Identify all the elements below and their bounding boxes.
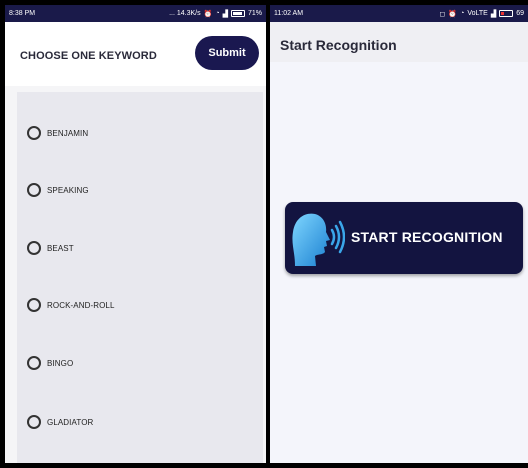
- keyword-option-benjamin[interactable]: BENJAMIN: [17, 121, 263, 145]
- volte-label: VoLTE: [467, 10, 488, 17]
- battery-icon: [230, 10, 245, 17]
- wifi-icon: ◔: [215, 10, 220, 17]
- radio-button-icon[interactable]: [27, 241, 41, 255]
- start-recognition-button[interactable]: START RECOGNITION: [285, 202, 523, 274]
- radio-button-icon[interactable]: [27, 415, 41, 429]
- network-speed: ... 14.3K/s: [169, 10, 201, 17]
- status-time: 11:02 AM: [274, 10, 304, 17]
- alarm-icon: ⏰: [203, 10, 213, 18]
- option-label: GLADIATOR: [47, 417, 94, 427]
- status-bar: 8:38 PM ... 14.3K/s ⏰ ◔ ▟ 71%: [5, 5, 266, 22]
- keyword-list: BENJAMIN SPEAKING BEAST ROCK-AND-ROLL BI…: [17, 92, 263, 463]
- page-title: CHOOSE ONE KEYWORD: [20, 50, 157, 62]
- speaking-head-icon: [292, 213, 345, 266]
- status-icons: ... 14.3K/s ⏰ ◔ ▟ 71%: [169, 10, 262, 18]
- option-label: BENJAMIN: [47, 128, 89, 138]
- keyword-screen: 8:38 PM ... 14.3K/s ⏰ ◔ ▟ 71% CHOOSE ONE…: [5, 5, 266, 463]
- radio-button-icon[interactable]: [27, 298, 41, 312]
- notification-icon: ◻: [439, 10, 446, 18]
- start-recognition-label: START RECOGNITION: [351, 229, 503, 245]
- status-time: 8:38 PM: [9, 10, 36, 17]
- battery-percent: 71%: [247, 10, 262, 17]
- radio-button-icon[interactable]: [27, 126, 41, 140]
- recognition-screen: 11:02 AM ◻ ⏰ ◔ VoLTE ▟ 69 Start Recognit…: [270, 5, 528, 463]
- keyword-option-speaking[interactable]: SPEAKING: [17, 178, 263, 202]
- keyword-option-bingo[interactable]: BINGO: [17, 351, 263, 375]
- status-bar: 11:02 AM ◻ ⏰ ◔ VoLTE ▟ 69: [270, 5, 528, 22]
- recognition-header: Start Recognition: [270, 22, 528, 62]
- page-title: Start Recognition: [280, 37, 397, 53]
- battery-percent: 69: [516, 10, 524, 17]
- option-label: BEAST: [47, 243, 74, 253]
- status-icons: ◻ ⏰ ◔ VoLTE ▟ 69: [440, 10, 524, 18]
- wifi-icon: ◔: [460, 10, 465, 17]
- radio-button-icon[interactable]: [27, 183, 41, 197]
- keyword-header: CHOOSE ONE KEYWORD Submit: [5, 22, 266, 86]
- radio-button-icon[interactable]: [27, 356, 41, 370]
- alarm-icon: ⏰: [448, 10, 458, 18]
- option-label: BINGO: [47, 358, 74, 368]
- option-label: ROCK-AND-ROLL: [47, 300, 115, 310]
- option-label: SPEAKING: [47, 185, 89, 195]
- keyword-option-rock-and-roll[interactable]: ROCK-AND-ROLL: [17, 293, 263, 317]
- keyword-option-beast[interactable]: BEAST: [17, 236, 263, 260]
- keyword-option-gladiator[interactable]: GLADIATOR: [17, 410, 263, 434]
- submit-button[interactable]: Submit: [195, 36, 259, 70]
- signal-icon: ▟: [222, 10, 228, 18]
- battery-icon: [499, 10, 514, 17]
- signal-icon: ▟: [490, 10, 497, 18]
